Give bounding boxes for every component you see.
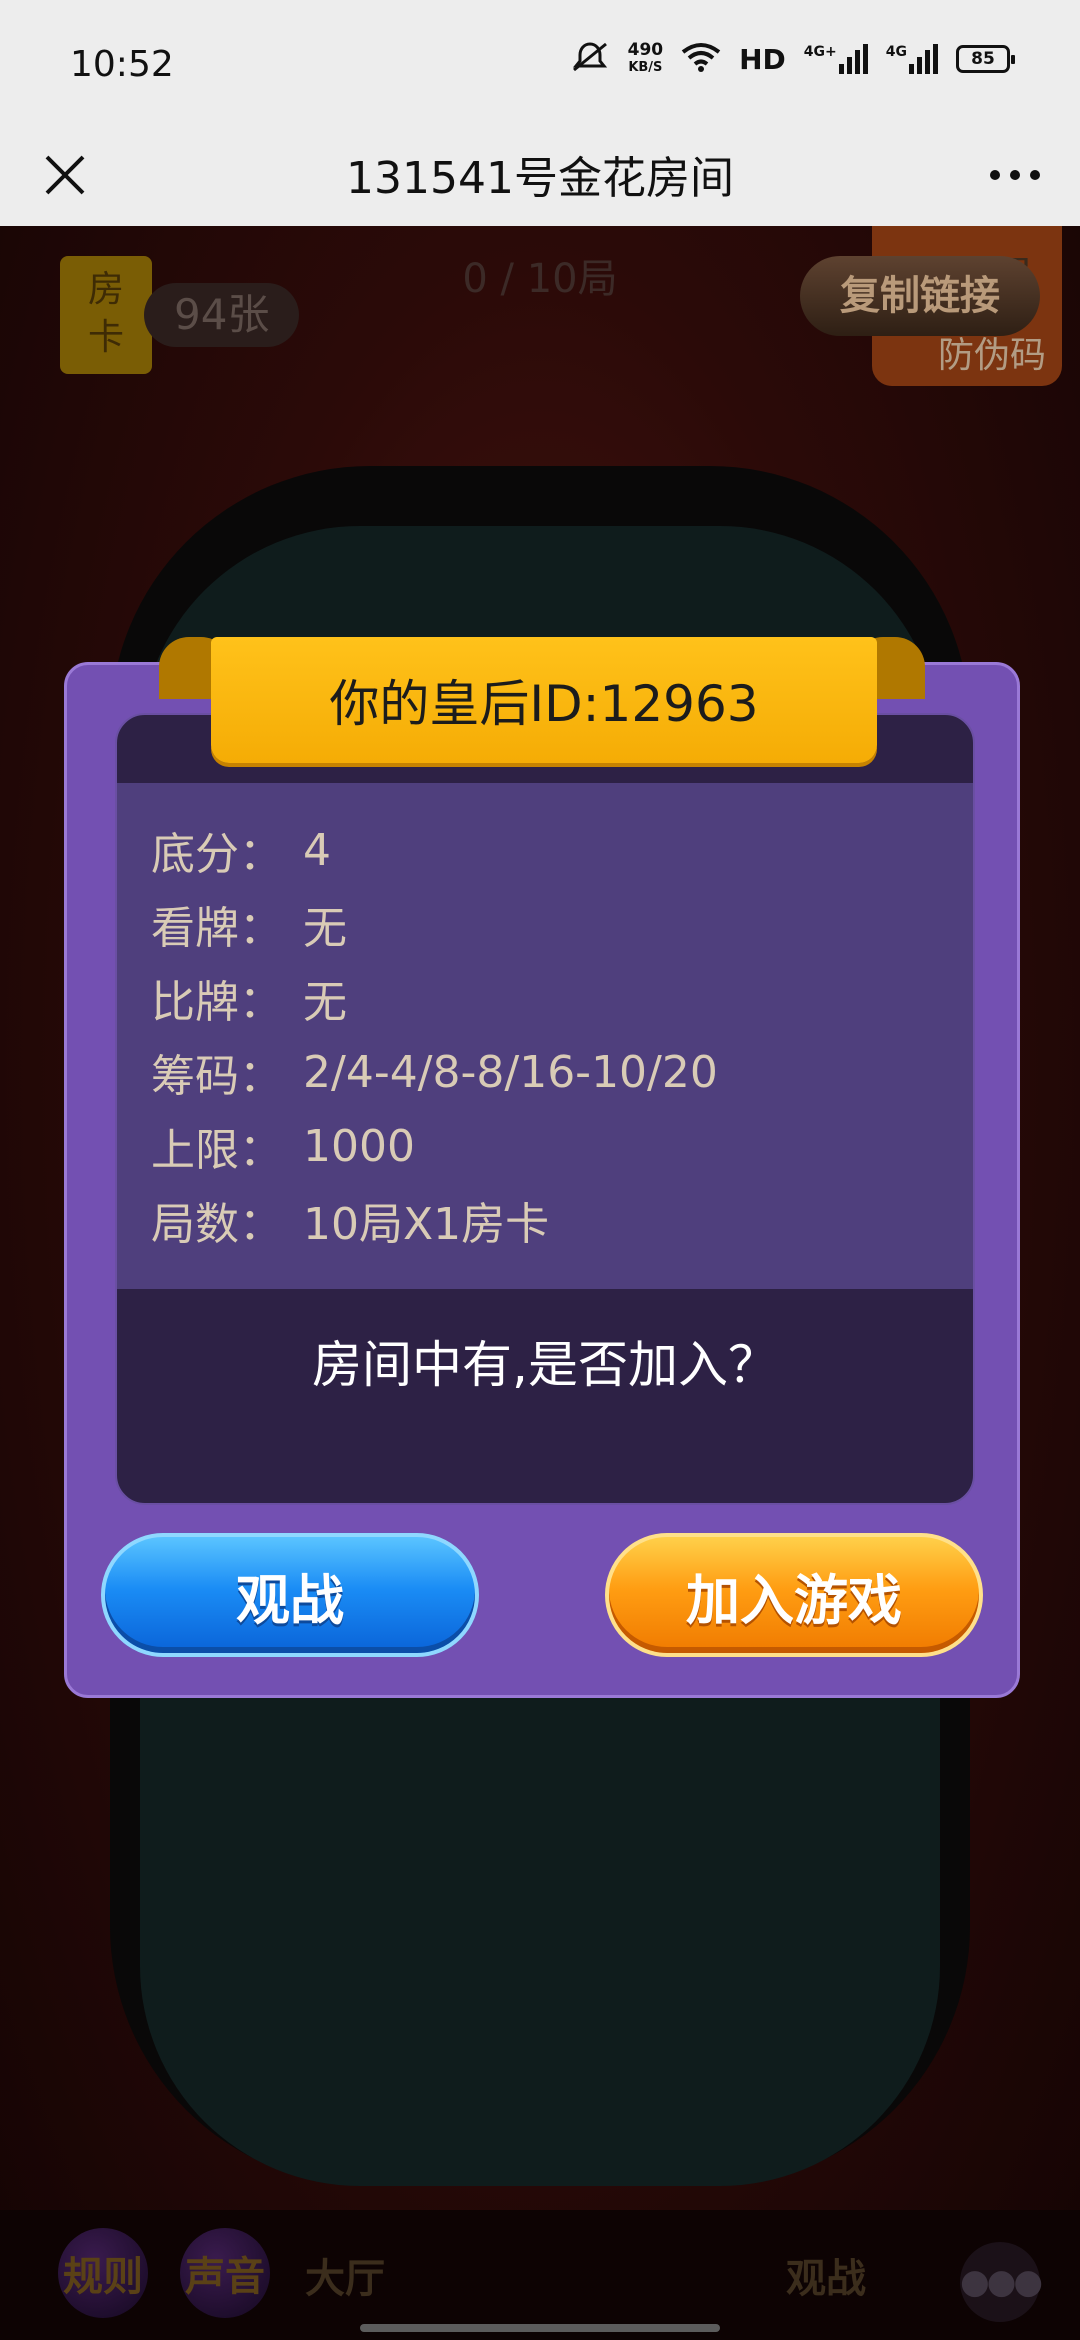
status-icons: 490 KB/S HD 4G+ 4G 85 bbox=[570, 40, 1015, 78]
dialog-title: 你的皇后ID:12963 bbox=[211, 637, 877, 763]
mute-bell-icon bbox=[570, 40, 610, 78]
home-indicator[interactable] bbox=[360, 2324, 720, 2332]
info-value: 1000 bbox=[303, 1120, 415, 1172]
page-title: 131541号金花房间 bbox=[346, 153, 734, 204]
net-speed: 490 KB/S bbox=[628, 41, 664, 77]
signal-4g: 4G bbox=[886, 44, 938, 74]
info-key: 看牌： bbox=[151, 903, 283, 954]
room-info-list: 底分： 4 看牌： 无 比牌： 无 筹码： 2/4-4/8-8/16-10/20 上限：… bbox=[117, 783, 973, 1289]
title-bar: 131541号金花房间 bbox=[0, 130, 1080, 226]
info-row: 局数： 10局X1房卡 bbox=[151, 1183, 973, 1257]
signal-1-label: 4G+ bbox=[803, 44, 837, 60]
info-row: 筹码： 2/4-4/8-8/16-10/20 bbox=[151, 1035, 973, 1109]
hd-indicator: HD bbox=[739, 42, 786, 76]
anti-fake-label[interactable]: 防伪码 bbox=[938, 326, 1046, 378]
info-key: 局数： bbox=[151, 1199, 283, 1250]
join-game-button[interactable]: 加入游戏 bbox=[605, 1533, 983, 1657]
signal-2-label: 4G bbox=[885, 44, 907, 60]
info-key: 底分： bbox=[151, 829, 283, 880]
net-speed-unit: KB/S bbox=[628, 60, 663, 75]
status-bar: 10:52 490 KB/S HD 4G+ 4G 85 bbox=[0, 0, 1080, 130]
net-speed-value: 490 bbox=[627, 40, 664, 60]
bottom-bar: 规则 声音 大厅 观战 ●●● bbox=[0, 2210, 1080, 2340]
sound-button[interactable]: 声音 bbox=[180, 2228, 270, 2318]
copy-link-button[interactable]: 复制链接 bbox=[800, 256, 1040, 336]
info-row: 底分： 4 bbox=[151, 813, 973, 887]
battery-icon: 85 bbox=[956, 45, 1015, 73]
watch-bottom-button[interactable]: 观战 bbox=[786, 2246, 866, 2304]
dialog-panel: 底分： 4 看牌： 无 比牌： 无 筹码： 2/4-4/8-8/16-10/20 上限：… bbox=[115, 713, 975, 1505]
info-key: 筹码： bbox=[151, 1051, 283, 1102]
signal-bars-icon bbox=[838, 44, 868, 74]
info-value: 无 bbox=[303, 977, 347, 1028]
info-key: 比牌： bbox=[151, 977, 283, 1028]
watch-button[interactable]: 观战 bbox=[101, 1533, 479, 1657]
join-question: 房间中有,是否加入？ bbox=[312, 1336, 778, 1394]
signal-bars-icon bbox=[909, 44, 938, 74]
info-value: 4 bbox=[303, 824, 331, 876]
chat-bubble-icon[interactable]: ●●● bbox=[960, 2242, 1043, 2322]
status-time: 10:52 bbox=[70, 44, 174, 85]
info-row: 比牌： 无 bbox=[151, 961, 973, 1035]
wifi-icon bbox=[681, 42, 721, 76]
more-dots-icon[interactable] bbox=[980, 140, 1050, 210]
info-value: 10局X1房卡 bbox=[303, 1199, 550, 1250]
info-row: 看牌： 无 bbox=[151, 887, 973, 961]
join-room-dialog: 底分： 4 看牌： 无 比牌： 无 筹码： 2/4-4/8-8/16-10/20 上限：… bbox=[64, 637, 1020, 1698]
info-key: 上限： bbox=[151, 1125, 283, 1176]
info-value: 2/4-4/8-8/16-10/20 bbox=[303, 1046, 718, 1098]
rules-button[interactable]: 规则 bbox=[58, 2228, 148, 2318]
lobby-button[interactable]: 大厅 bbox=[305, 2246, 385, 2304]
info-value: 无 bbox=[303, 903, 347, 954]
info-row: 上限： 1000 bbox=[151, 1109, 973, 1183]
signal-4g-plus: 4G+ bbox=[804, 44, 868, 74]
